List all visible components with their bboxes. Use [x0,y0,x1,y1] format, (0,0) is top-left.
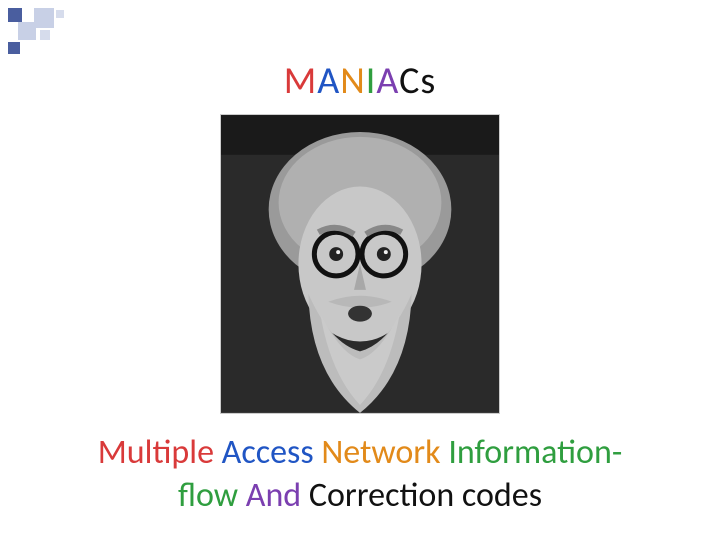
title-letter-n: N [340,58,366,104]
word-and: And [246,475,301,516]
word-codes: codes [462,475,542,516]
portrait-image [220,114,500,414]
word-multiple: Multiple [98,432,214,473]
space [214,432,222,473]
title-letter-s: s [420,58,436,104]
word-access: Access [222,432,314,473]
title-letter-m: M [284,58,318,104]
space [301,475,309,516]
dash: - [612,432,622,473]
title-letter-a1: A [317,58,340,104]
acronym-title: MANIACs [284,58,436,104]
space [238,475,246,516]
title-letter-a2: A [376,58,399,104]
title-letter-c: C [399,58,420,104]
slide-corner-decoration [8,8,68,68]
word-network: Network [321,432,440,473]
space [454,475,462,516]
word-flow: flow [178,475,238,516]
word-information: Information [448,432,612,473]
word-correction: Correction [309,475,454,516]
title-letter-i: I [366,58,377,104]
slide-body: MANIACs [0,0,720,540]
acronym-expansion: Multiple Access Network Information- flow… [58,432,663,517]
